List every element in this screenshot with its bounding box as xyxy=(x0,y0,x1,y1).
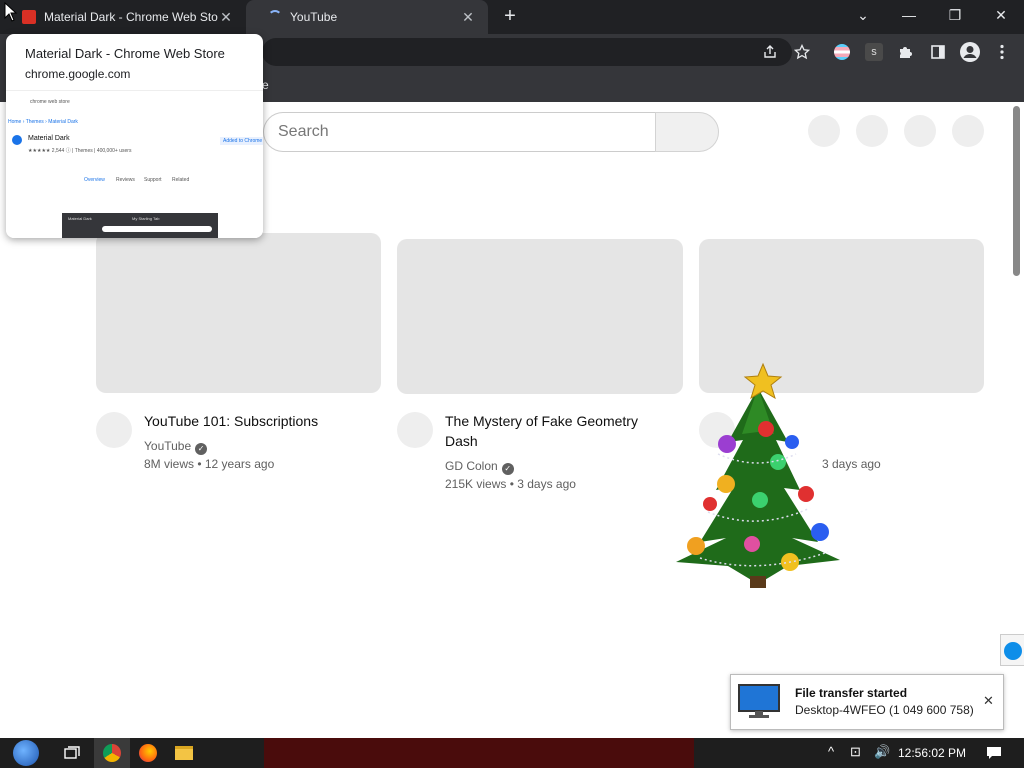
preview-tab: Overview xyxy=(84,177,105,183)
preview-rating: ★★★★★ 2,544 ⓘ | Themes | 400,000+ users xyxy=(28,148,132,154)
preview-item-name: Material Dark xyxy=(28,135,70,142)
header-placeholder-icon[interactable] xyxy=(952,115,984,147)
video-stats: 215K views • 3 days ago xyxy=(445,477,576,491)
teamviewer-icon xyxy=(1004,642,1022,660)
verified-icon: ✓ xyxy=(501,463,514,475)
file-transfer-notification: File transfer started Desktop-4WFEO (1 0… xyxy=(730,674,1004,730)
verified-icon: ✓ xyxy=(195,443,208,455)
channel-name[interactable]: GD Colon ✓ xyxy=(445,457,514,475)
task-view-button[interactable] xyxy=(54,738,90,768)
extension-s-icon[interactable]: s xyxy=(862,40,886,64)
preview-screenshot: Material Dark My Starling Tab xyxy=(62,213,218,238)
tab-search-button[interactable]: ⌄ xyxy=(840,0,886,30)
notification-title: File transfer started xyxy=(795,686,908,700)
header-placeholder-icon[interactable] xyxy=(904,115,936,147)
volume-icon[interactable]: 🔊 xyxy=(874,744,890,760)
preview-shot-omnibox xyxy=(102,226,212,232)
account-icon[interactable] xyxy=(958,40,982,64)
chrome-icon xyxy=(103,744,121,762)
windows-logo-icon xyxy=(13,740,39,766)
channel-name[interactable]: YouTube ✓ xyxy=(144,437,208,455)
taskbar-firefox[interactable] xyxy=(130,738,166,768)
minimize-button[interactable]: — xyxy=(886,0,932,30)
tray-chevron-icon[interactable]: ^ xyxy=(828,744,834,759)
video-title[interactable]: The Mystery of Fake Geometry Dash xyxy=(445,411,665,451)
hover-card-title: Material Dark - Chrome Web Store xyxy=(25,46,225,61)
preview-tab: Reviews xyxy=(116,177,135,183)
search-button[interactable] xyxy=(655,112,719,152)
header-placeholder-icon[interactable] xyxy=(808,115,840,147)
tab-strip: Material Dark - Chrome Web Store ✕ YouTu… xyxy=(0,0,1024,34)
folder-icon xyxy=(175,746,193,760)
tab-hover-card: Material Dark - Chrome Web Store chrome.… xyxy=(6,34,263,238)
taskbar-file-explorer[interactable] xyxy=(166,738,202,768)
preview-tab: Support xyxy=(144,177,162,183)
start-button[interactable] xyxy=(6,738,46,768)
taskbar-wallpaper-band xyxy=(264,738,694,768)
menu-icon[interactable] xyxy=(990,40,1014,64)
preview-shot-tab: My Starling Tab xyxy=(132,216,160,221)
address-bar[interactable] xyxy=(262,38,792,66)
mouse-cursor-icon xyxy=(4,1,18,27)
action-center-button[interactable] xyxy=(976,738,1012,768)
clock[interactable]: 12:56:02 PM xyxy=(898,746,966,760)
close-window-button[interactable]: ✕ xyxy=(978,0,1024,30)
bookmark-label[interactable]: e xyxy=(262,78,269,92)
preview-shot-tab: Material Dark xyxy=(68,216,92,221)
notification-subtitle: Desktop-4WFEO (1 049 600 758) xyxy=(795,703,974,717)
search-placeholder: Search xyxy=(278,123,329,140)
preview-logo-icon xyxy=(12,135,22,145)
restore-button[interactable]: ❐ xyxy=(932,0,978,30)
video-thumbnail[interactable] xyxy=(397,239,683,394)
puzzle-icon[interactable] xyxy=(894,40,918,64)
web-store-icon xyxy=(22,10,36,24)
video-thumbnail[interactable] xyxy=(96,233,381,393)
tab-close-icon[interactable]: ✕ xyxy=(460,9,476,26)
new-tab-button[interactable]: + xyxy=(500,6,520,28)
taskbar-chrome[interactable] xyxy=(94,738,130,768)
tab-title: Material Dark - Chrome Web Store xyxy=(44,10,218,24)
video-title[interactable]: YouTube 101: Subscriptions xyxy=(144,411,374,431)
network-icon[interactable]: ⊡ xyxy=(850,744,861,760)
tab-title: YouTube xyxy=(290,10,338,24)
profile-flag-icon[interactable] xyxy=(830,40,854,64)
hover-card-preview: chrome web store Home › Themes › Materia… xyxy=(6,90,263,238)
header-placeholder-icon[interactable] xyxy=(856,115,888,147)
desktop: Material Dark - Chrome Web Store ✕ YouTu… xyxy=(0,0,1024,768)
page-scrollbar[interactable] xyxy=(1013,106,1020,276)
preview-tab: Related xyxy=(172,177,190,183)
tab-material-dark[interactable]: Material Dark - Chrome Web Store ✕ xyxy=(0,0,246,34)
channel-avatar[interactable] xyxy=(397,412,433,448)
channel-avatar[interactable] xyxy=(96,412,132,448)
tab-youtube[interactable]: YouTube ✕ xyxy=(246,0,488,34)
star-icon[interactable] xyxy=(790,40,814,64)
sidepanel-icon[interactable] xyxy=(926,40,950,64)
share-icon[interactable] xyxy=(758,40,782,64)
video-stats: 8M views • 12 years ago xyxy=(144,457,275,471)
search-input[interactable]: Search xyxy=(263,112,656,152)
christmas-tree-image xyxy=(668,362,848,598)
loading-icon xyxy=(268,10,282,24)
monitor-icon xyxy=(737,683,781,719)
hover-card-url: chrome.google.com xyxy=(25,67,131,81)
preview-search: chrome web store xyxy=(30,99,70,105)
tab-close-icon[interactable]: ✕ xyxy=(218,9,234,26)
taskbar: ^ ⊡ 🔊 12:56:02 PM xyxy=(0,738,1024,768)
preview-breadcrumb: Home › Themes › Material Dark xyxy=(8,119,78,125)
preview-add-button: Added to Chrome xyxy=(220,137,263,145)
notification-close-button[interactable]: ✕ xyxy=(983,693,994,709)
teamviewer-side-tab[interactable] xyxy=(1000,634,1024,666)
firefox-icon xyxy=(139,744,157,762)
